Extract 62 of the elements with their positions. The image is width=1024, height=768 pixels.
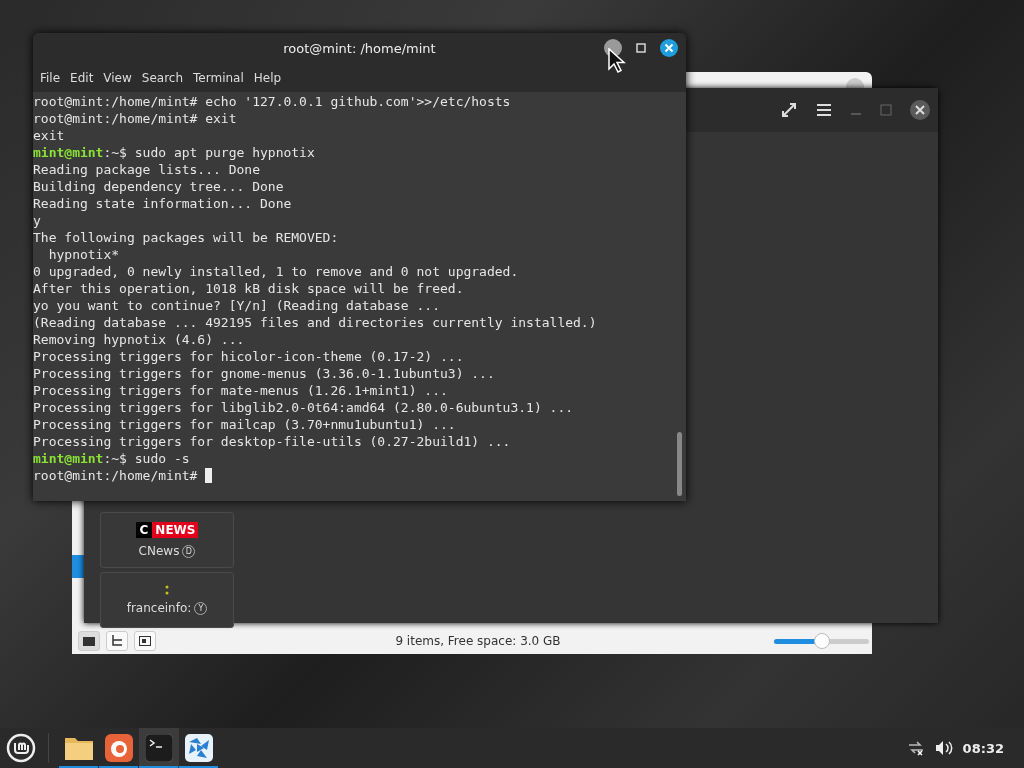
logo-icon xyxy=(165,585,169,595)
mouse-pointer-icon xyxy=(607,48,627,74)
terminal-line: Processing triggers for mate-menus (1.26.1+mint1) ... xyxy=(33,382,448,399)
channel-card[interactable]: franceinfo: Y xyxy=(100,572,234,628)
terminal-line: root@mint:/home/mint# exit xyxy=(33,110,237,127)
terminal-line: y xyxy=(33,212,41,229)
terminal-line: Processing triggers for hicolor-icon-theme (0.17-2) ... xyxy=(33,348,464,365)
tree-button[interactable] xyxy=(106,631,128,651)
terminal-line: :~$ sudo -s xyxy=(103,450,190,467)
fullscreen-icon[interactable] xyxy=(780,101,798,119)
folder-icon xyxy=(83,636,95,646)
prompt-user: mint@mint xyxy=(33,450,104,467)
terminal-line: yo you want to continue? [Y/n] (Reading database ... xyxy=(33,297,440,314)
channel-name: CNews xyxy=(138,544,180,558)
channel-card[interactable]: C NEWS CNews D xyxy=(100,512,234,568)
tv-player-icon xyxy=(185,734,213,762)
terminal-line: exit xyxy=(33,127,65,144)
menu-item[interactable]: Terminal xyxy=(188,71,249,85)
terminal-line: 0 upgraded, 0 newly installed, 1 to remove and 0 not upgraded. xyxy=(33,263,519,280)
start-menu-icon[interactable] xyxy=(6,733,36,763)
terminal-line: :~$ sudo apt purge hypnotix xyxy=(103,144,315,161)
places-button[interactable] xyxy=(78,631,100,651)
terminal-line: After this operation, 1018 kB disk space will be freed. xyxy=(33,280,464,297)
volume-icon[interactable] xyxy=(934,740,953,756)
terminal-line: The following packages will be REMOVED: xyxy=(33,229,339,246)
panel-icon xyxy=(139,636,151,646)
terminal-line: hypnotix* xyxy=(47,246,120,263)
channel-logo: C NEWS xyxy=(135,522,199,538)
channel-name: franceinfo: xyxy=(126,601,192,615)
menu-icon[interactable] xyxy=(816,103,832,117)
menu-item[interactable]: Search xyxy=(136,71,189,85)
scrollbar[interactable] xyxy=(677,432,682,496)
status-text: 9 items, Free space: 3.0 GB xyxy=(394,634,562,648)
menu-item[interactable]: Edit xyxy=(65,71,99,85)
menu-item[interactable]: View xyxy=(98,71,137,85)
terminal-line: Removing hypnotix (4.6) ... xyxy=(33,331,245,348)
menu-item[interactable]: Help xyxy=(248,71,287,85)
tree-icon xyxy=(111,635,123,647)
clock: 08:32 xyxy=(962,740,1004,756)
folder-icon xyxy=(64,735,94,761)
terminal-line: Processing triggers for gnome-menus (3.36.0-1.1ubuntu3) ... xyxy=(33,365,495,382)
slider-thumb[interactable] xyxy=(813,633,830,649)
terminal-line: root@mint:/home/mint# echo '127.0.0.1 github.com'>>/etc/hosts xyxy=(33,93,511,110)
terminal-line: (Reading database ... 492195 files and directories currently installed.) xyxy=(33,314,597,331)
terminal-icon xyxy=(145,734,173,762)
terminal-line: Processing triggers for desktop-file-utils (0.27-2build1) ... xyxy=(33,433,511,450)
zoom-slider[interactable] xyxy=(774,633,869,649)
network-icon[interactable] xyxy=(906,740,925,756)
window-title: root@mint: /home/mint xyxy=(283,41,436,56)
prompt-user: mint@mint xyxy=(33,144,104,161)
terminal-line: Building dependency tree... Done xyxy=(33,178,284,195)
browser-icon xyxy=(105,734,133,762)
terminal-line: Processing triggers for mailcap (3.70+nmu1ubuntu1) ... xyxy=(33,416,456,433)
terminal-line: root@mint:/home/mint# xyxy=(33,467,199,484)
terminal-line: Processing triggers for libglib2.0-0t64:amd64 (2.80.0-6ubuntu3.1) ... xyxy=(33,399,574,416)
close-icon[interactable] xyxy=(910,100,930,120)
menu-item[interactable]: File xyxy=(35,71,66,85)
terminal-toggle-button[interactable] xyxy=(134,631,156,651)
terminal-line: Reading package lists... Done xyxy=(33,161,260,178)
close-button[interactable] xyxy=(660,39,678,57)
terminal-line: Reading state information... Done xyxy=(33,195,292,212)
sidebar-selection xyxy=(72,555,84,578)
